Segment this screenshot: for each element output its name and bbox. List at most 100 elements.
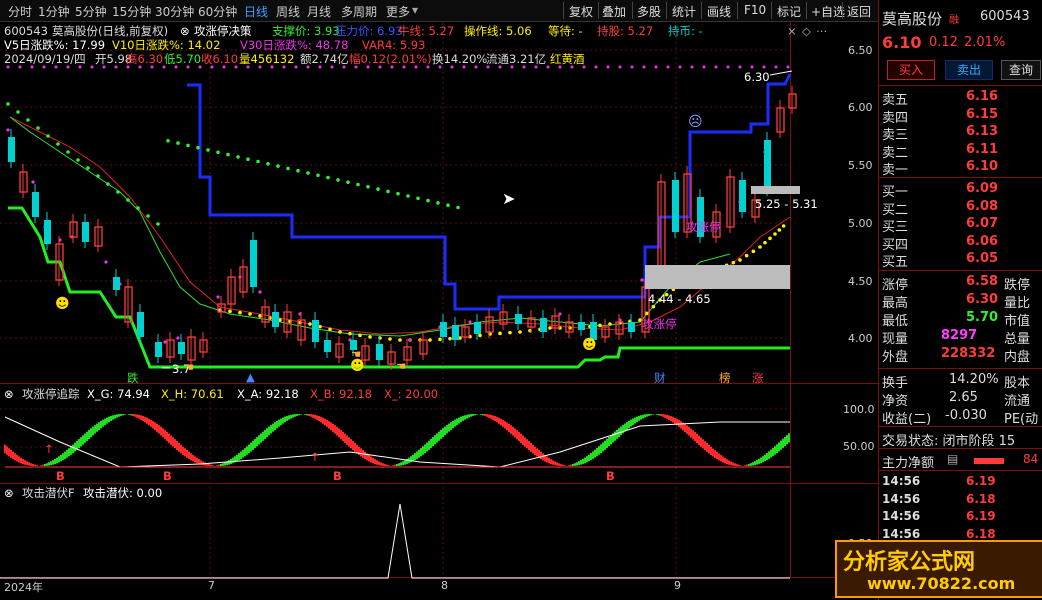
yellow-dot <box>258 314 262 318</box>
green-dot <box>6 102 10 106</box>
magenta-dot <box>258 290 262 294</box>
candle-body <box>474 322 481 334</box>
green-dot <box>316 173 320 178</box>
gongzhangting-mark: 攻涨停 <box>686 220 721 234</box>
range-box-lower <box>645 265 790 289</box>
yellow-dot <box>738 258 742 262</box>
bang-marker[interactable]: 榜 <box>719 371 731 385</box>
price-axis-label: 6.00 <box>848 101 873 114</box>
add-favorite-button[interactable]: +自选 <box>811 3 845 20</box>
indicator-dropdown-icon[interactable]: ⊗ <box>180 24 190 38</box>
yellow-dot <box>548 326 552 330</box>
mark-button[interactable]: 标记 <box>777 3 801 20</box>
green-dot <box>16 110 20 114</box>
buy-level-row[interactable]: 买一 6.09 <box>879 180 1042 200</box>
sell-button[interactable]: 卖出 <box>945 60 993 80</box>
level-label: 买五 <box>882 255 909 270</box>
back-button[interactable]: 返回 <box>847 3 871 20</box>
tab-monthly[interactable]: 月线 <box>307 3 331 20</box>
green-dot <box>46 134 50 138</box>
candle-body <box>250 240 257 287</box>
fuquan-button[interactable]: 复权 <box>569 3 593 20</box>
high-price-label: 6.30 <box>744 70 770 84</box>
sub1-close-icon[interactable]: ⊗ <box>4 387 14 401</box>
tab-30min[interactable]: 30分钟 <box>155 3 194 20</box>
sub1-xa: X_A: 92.18 <box>237 387 299 401</box>
green-dot <box>56 142 60 146</box>
level-price: 6.05 <box>966 251 999 266</box>
magenta-dot <box>6 128 10 132</box>
tab-fenshi[interactable]: 分时 <box>8 3 32 20</box>
sell-level-row[interactable]: 卖一 6.10 <box>879 158 1042 178</box>
overlay-button[interactable]: 叠加 <box>602 3 626 20</box>
sub1-title[interactable]: 攻涨停追踪 <box>22 387 80 401</box>
f10-button[interactable]: F10 <box>744 3 766 17</box>
buy-level-row[interactable]: 买三 6.07 <box>879 215 1042 235</box>
chart-stock-name: 莫高股份(日线,前复权) <box>52 24 169 38</box>
buy-level-row[interactable]: 买二 6.08 <box>879 198 1042 218</box>
options-icon[interactable]: ⋯ <box>816 24 828 38</box>
stat-row: 涨停 6.58 跌停 <box>879 273 1042 293</box>
green-dot <box>246 157 250 161</box>
tab-daily[interactable]: 日线 <box>244 3 268 20</box>
sell-level-row[interactable]: 卖四 6.15 <box>879 106 1042 126</box>
tab-more[interactable]: 更多 <box>386 3 410 20</box>
tab-1min[interactable]: 1分钟 <box>38 3 70 20</box>
diamond-icon[interactable]: ◇ <box>802 24 811 38</box>
yellow-dot <box>238 310 242 315</box>
buy-level-row[interactable]: 买五 6.05 <box>879 250 1042 270</box>
green-dot <box>66 150 70 154</box>
stat-row: 最低 5.70 市值 <box>879 309 1042 329</box>
magenta-dot <box>163 340 167 344</box>
triangle-icon: ▲ <box>246 370 255 384</box>
sell-level-row[interactable]: 卖五 6.16 <box>879 88 1042 108</box>
sub2-close-icon[interactable]: ⊗ <box>4 486 14 500</box>
niu-line: 牛线: 5.27 <box>398 24 455 38</box>
sub1-white-line <box>4 416 790 468</box>
tab-multi[interactable]: 多周期 <box>341 3 377 20</box>
sub2-title[interactable]: 攻击潜伏F <box>22 486 75 500</box>
sector-label[interactable]: 红黄酒 <box>550 52 585 66</box>
buy-level-row[interactable]: 买四 6.06 <box>879 233 1042 253</box>
stat-row: 外盘 228332 内盘 <box>879 345 1042 365</box>
draw-button[interactable]: 画线 <box>707 3 731 20</box>
sub1-xg: X_G: 74.94 <box>87 387 150 401</box>
yellow-dot <box>438 337 442 342</box>
sell-level-row[interactable]: 卖二 6.11 <box>879 141 1042 161</box>
stock-code: 600543 <box>4 24 48 38</box>
stats-button[interactable]: 统计 <box>672 3 696 20</box>
sell-level-row[interactable]: 卖三 6.13 <box>879 123 1042 143</box>
ma-green-line <box>9 116 731 337</box>
magenta-dot <box>216 295 220 299</box>
green-dot <box>226 152 230 157</box>
green-dot <box>296 168 300 173</box>
tab-60min[interactable]: 60分钟 <box>198 3 237 20</box>
list-icon[interactable]: ▤ <box>947 452 958 466</box>
more-dropdown-icon[interactable]: ▾ <box>412 3 418 17</box>
bar-low: 低5.70 <box>164 52 202 66</box>
close-indicator-icon[interactable]: × <box>787 24 797 38</box>
indicator-name[interactable]: 攻涨停决策 <box>194 24 252 38</box>
yellow-dot <box>348 331 352 336</box>
magenta-dot <box>618 65 622 69</box>
op-line: 操作线: 5.06 <box>464 24 532 38</box>
tab-5min[interactable]: 5分钟 <box>75 3 107 20</box>
tick-time: 14:56 <box>882 509 921 523</box>
yellow-dot <box>368 335 372 339</box>
panel-stock-name: 莫高股份 <box>882 10 943 28</box>
buy-button[interactable]: 买入 <box>887 60 935 80</box>
tab-15min[interactable]: 15分钟 <box>112 3 151 20</box>
kline-chart[interactable] <box>0 22 878 600</box>
query-button[interactable]: 查询 <box>1001 60 1041 80</box>
magenta-dot <box>642 65 646 69</box>
zhang-marker[interactable]: 涨 <box>752 371 764 385</box>
sad-face-icon: ☹ <box>688 114 703 130</box>
multistock-button[interactable]: 多股 <box>637 3 661 20</box>
stat-label-right: 内盘 <box>1004 350 1031 365</box>
yellow-dot <box>338 330 342 334</box>
cai-marker[interactable]: 财 <box>654 371 666 385</box>
price-axis-label: 6.50 <box>848 44 873 57</box>
tab-weekly[interactable]: 周线 <box>276 3 300 20</box>
sub1-axis: 50.00 <box>843 440 875 453</box>
main-net-value: 84 <box>1023 452 1039 466</box>
